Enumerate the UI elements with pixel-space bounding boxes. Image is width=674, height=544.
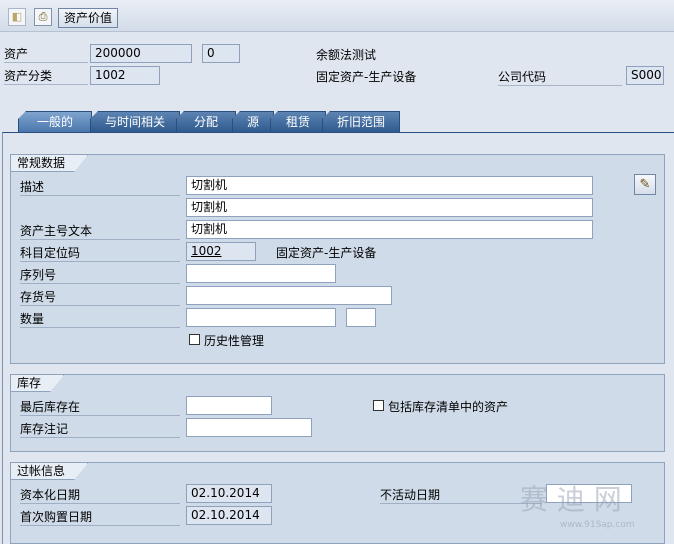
description-field-2[interactable]: 切割机 (186, 198, 593, 217)
posting-information-title: 过帐信息 (11, 463, 88, 480)
asset-class-description: 固定资产-生产设备 (316, 70, 417, 84)
asset-label: 资产 (4, 46, 88, 63)
last-inventory-field[interactable] (186, 396, 272, 415)
display-change-icon[interactable]: ◧ (8, 8, 26, 26)
quantity-field[interactable] (186, 308, 336, 327)
tab-general[interactable]: 一般的 (18, 111, 92, 132)
inventory-note-field[interactable] (186, 418, 312, 437)
include-inventory-label: 包括库存清单中的资产 (388, 400, 509, 414)
site-watermark: 赛 迪 网 www.91Sap.com (520, 484, 670, 540)
asset-value-button[interactable]: 资产价值 (58, 8, 119, 28)
description-label: 描述 (20, 179, 180, 196)
company-code-field[interactable]: S000 (626, 66, 664, 85)
capitalization-date-label: 资本化日期 (20, 487, 180, 504)
tab-time-dependent[interactable]: 与时间相关 (90, 111, 180, 132)
general-data-title: 常规数据 (11, 155, 88, 172)
inventory-number-field[interactable] (186, 286, 392, 305)
history-checkbox-label: 历史性管理 (204, 334, 265, 348)
inventory-note-label: 库存注记 (20, 421, 180, 438)
tabstrip: 一般的 与时间相关 分配 源 租赁 折旧范围 (10, 111, 674, 132)
deactivation-date-label: 不活动日期 (380, 487, 542, 504)
watermark-logo-text: 赛 迪 网 (520, 483, 622, 516)
account-determination-text: 固定资产-生产设备 (276, 246, 377, 260)
tab-origin[interactable]: 源 (232, 111, 274, 132)
main-number-text-label: 资产主号文本 (20, 223, 180, 240)
inventory-title: 库存 (11, 375, 64, 392)
inventory-number-label: 存货号 (20, 289, 180, 306)
tab-leasing[interactable]: 租赁 (270, 111, 326, 132)
tab-depreciation-areas[interactable]: 折旧范围 (322, 111, 400, 132)
first-acquisition-label: 首次购置日期 (20, 509, 180, 526)
company-code-label: 公司代码 (498, 69, 622, 86)
main-number-text-field[interactable]: 切割机 (186, 220, 593, 239)
edit-text-icon[interactable]: ✎ (634, 174, 656, 195)
capitalization-date-field[interactable]: 02.10.2014 (186, 484, 272, 503)
account-determination-field[interactable]: 1002 (186, 242, 256, 261)
serial-number-label: 序列号 (20, 267, 180, 284)
asset-description-text: 余额法测试 (316, 48, 377, 62)
first-acquisition-date-field[interactable]: 02.10.2014 (186, 506, 272, 525)
print-preview-icon[interactable]: ⎙ (34, 8, 52, 26)
quantity-label: 数量 (20, 311, 180, 328)
application-toolbar: ◧ ⎙ 资产价值 (0, 0, 674, 32)
account-determination-label: 科目定位码 (20, 245, 180, 262)
asset-number-field[interactable]: 200000 (90, 44, 192, 63)
quantity-unit-field[interactable] (346, 308, 376, 327)
asset-class-field[interactable]: 1002 (90, 66, 160, 85)
watermark-url: www.91Sap.com (560, 520, 635, 530)
asset-class-label: 资产分类 (4, 68, 88, 85)
include-inventory-checkbox[interactable] (373, 400, 384, 411)
tab-assignments[interactable]: 分配 (176, 111, 236, 132)
serial-number-field[interactable] (186, 264, 336, 283)
asset-subnumber-field[interactable]: 0 (202, 44, 240, 63)
description-field-1[interactable]: 切割机 (186, 176, 593, 195)
history-checkbox[interactable] (189, 334, 200, 345)
last-inventory-label: 最后库存在 (20, 399, 180, 416)
